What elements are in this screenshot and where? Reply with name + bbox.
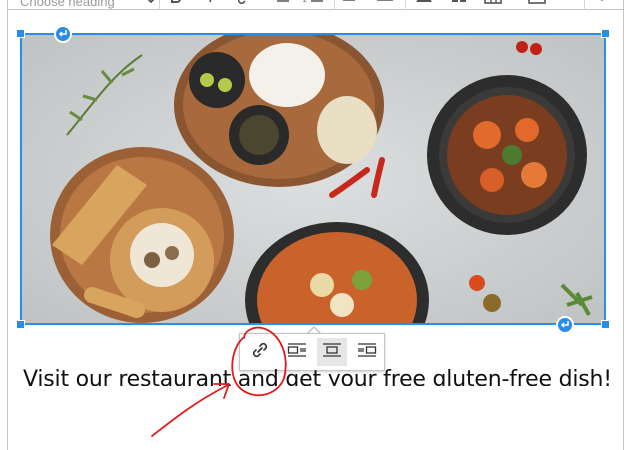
block-icon[interactable] (448, 0, 470, 8)
chevron-down-icon[interactable] (506, 0, 518, 8)
image-icon[interactable] (413, 0, 435, 8)
image-link-button[interactable] (245, 338, 275, 366)
align-left-icon[interactable] (340, 0, 362, 8)
content-heading[interactable]: Visit our restaurant and get your free g… (23, 366, 612, 386)
heading-dropdown[interactable]: Choose heading (20, 0, 115, 9)
table-icon[interactable] (482, 0, 504, 8)
resize-handle-bottom-right[interactable] (601, 320, 610, 329)
media-icon[interactable] (526, 0, 548, 8)
resize-handle-top-right[interactable] (601, 29, 610, 38)
insert-paragraph-before-icon[interactable] (54, 25, 72, 43)
italic-icon[interactable] (201, 0, 223, 8)
image-align-right-icon (357, 342, 377, 362)
link-icon[interactable] (234, 0, 256, 8)
image-align-center-icon (322, 342, 342, 362)
resize-handle-bottom-left[interactable] (16, 320, 25, 329)
chevron-down-icon[interactable] (554, 0, 566, 8)
align-right-icon[interactable] (374, 0, 396, 8)
image-align-left-icon (287, 342, 307, 362)
chevron-down-icon[interactable] (146, 0, 156, 10)
resize-handle-top-left[interactable] (16, 29, 25, 38)
image-align-left-button[interactable] (282, 338, 312, 366)
insert-paragraph-after-icon[interactable] (556, 316, 574, 334)
link-icon (252, 342, 268, 363)
editor-toolbar: Choose heading 2 (7, 0, 624, 10)
image-align-right-button[interactable] (352, 338, 382, 366)
svg-text:2: 2 (303, 0, 307, 4)
numbered-list-icon[interactable]: 2 (302, 0, 326, 8)
bold-icon[interactable] (165, 0, 187, 8)
bulleted-list-icon[interactable] (270, 0, 292, 8)
more-icon[interactable] (594, 0, 610, 8)
selected-image[interactable] (20, 33, 606, 325)
image-align-center-button[interactable] (317, 338, 347, 366)
